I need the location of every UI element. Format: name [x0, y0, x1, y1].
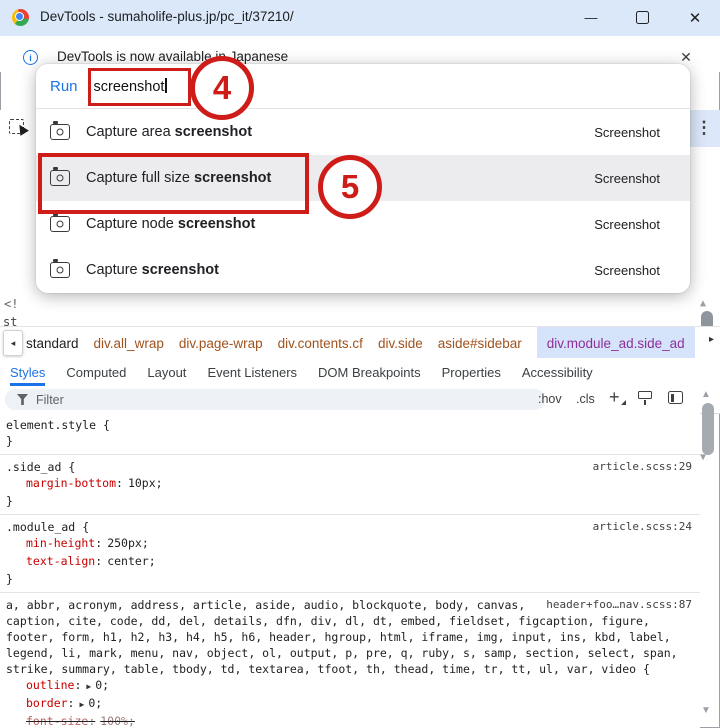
breadcrumb-item-side[interactable]: div.side [378, 336, 423, 351]
filter-placeholder: Filter [36, 393, 64, 407]
tab-dom-breakpoints[interactable]: DOM Breakpoints [318, 358, 421, 386]
menu-item-category: Screenshot [594, 263, 660, 278]
code-fragment-comment: <! [4, 297, 18, 311]
menu-item-capture-screenshot[interactable]: Capture screenshot Screenshot [36, 247, 690, 293]
breadcrumb-item-contents[interactable]: div.contents.cf [278, 336, 363, 351]
annotation-box-4 [88, 68, 191, 106]
menu-item-label: Capture node screenshot [86, 216, 255, 232]
scroll-up-icon[interactable]: ▲ [701, 389, 711, 400]
new-style-rule-button[interactable]: + [609, 387, 620, 408]
tab-styles[interactable]: Styles [10, 358, 45, 386]
sidebar-layout-icon[interactable] [668, 391, 683, 404]
camera-icon [50, 216, 70, 232]
rule-close-brace: } [6, 493, 692, 509]
rule-close-brace: } [6, 433, 692, 449]
css-property[interactable]: min-height:250px; [6, 535, 692, 553]
close-window-button[interactable]: ✕ [678, 0, 712, 35]
breadcrumb-scroll-left-icon[interactable]: ◂ [3, 330, 23, 356]
chrome-logo-icon [12, 9, 29, 26]
annotation-circle-5: 5 [318, 155, 382, 219]
info-icon: i [23, 50, 38, 65]
css-property[interactable]: outline:▶0; [6, 677, 692, 695]
styles-pane: element.style { } article.scss:29 .side_… [0, 413, 700, 728]
camera-icon [50, 262, 70, 278]
command-run-row: Run screenshot [36, 64, 690, 109]
camera-icon [50, 124, 70, 140]
breadcrumb: standard div.all_wrap div.page-wrap div.… [0, 326, 720, 360]
rule-source-link[interactable]: article.scss:24 [593, 519, 692, 535]
css-property[interactable]: text-align:center; [6, 553, 692, 571]
menu-item-category: Screenshot [594, 125, 660, 140]
toggle-hover-state-button[interactable]: :hov [538, 392, 562, 406]
rendering-brush-icon[interactable] [638, 391, 653, 405]
filter-input[interactable]: Filter [5, 389, 545, 410]
menu-item-label: Capture screenshot [86, 262, 219, 278]
rule-selector: .module_ad { [6, 519, 692, 535]
style-rule-module-ad[interactable]: article.scss:24 .module_ad { min-height:… [0, 515, 700, 593]
css-property[interactable]: border:▶0; [6, 695, 692, 713]
breadcrumb-scroll-right-icon[interactable]: ▸ [709, 334, 714, 345]
toggle-class-button[interactable]: .cls [576, 392, 595, 406]
css-property-overridden[interactable]: font-size:100%; [6, 713, 692, 728]
menu-item-capture-area-screenshot[interactable]: Capture area screenshot Screenshot [36, 109, 690, 155]
rule-selector: element.style { [6, 417, 692, 433]
filter-icon [17, 394, 28, 405]
sidebar-tabs: Styles Computed Layout Event Listeners D… [0, 358, 720, 387]
scroll-down-icon[interactable]: ▼ [701, 705, 711, 716]
menu-item-label: Capture area screenshot [86, 124, 252, 140]
devtools-window: DevTools - sumaholife-plus.jp/pc_it/3721… [0, 0, 720, 728]
tab-accessibility[interactable]: Accessibility [522, 358, 593, 386]
css-property[interactable]: margin-bottom:10px; [6, 475, 692, 493]
menu-item-category: Screenshot [594, 171, 660, 186]
breadcrumb-items: standard div.all_wrap div.page-wrap div.… [26, 327, 695, 359]
tab-properties[interactable]: Properties [442, 358, 501, 386]
styles-scrollbar-thumb[interactable] [702, 403, 714, 455]
rule-close-brace: } [6, 571, 692, 587]
run-label: Run [50, 78, 78, 95]
notification-text: DevTools is now available in Japanese [57, 49, 288, 64]
breadcrumb-item-page-wrap[interactable]: div.page-wrap [179, 336, 263, 351]
tab-layout[interactable]: Layout [147, 358, 186, 386]
window-title: DevTools - sumaholife-plus.jp/pc_it/3721… [40, 9, 294, 24]
rule-selector: .side_ad { [6, 459, 692, 475]
annotation-box-5 [38, 153, 309, 214]
menu-item-category: Screenshot [594, 217, 660, 232]
window-titlebar: DevTools - sumaholife-plus.jp/pc_it/3721… [0, 0, 720, 37]
style-rule-reset[interactable]: header+foo…nav.scss:87 a, abbr, acronym,… [0, 593, 700, 728]
rule-source-link[interactable]: article.scss:29 [593, 459, 692, 475]
rule-source-link[interactable]: header+foo…nav.scss:87 [546, 597, 692, 613]
breadcrumb-item-sidebar[interactable]: aside#sidebar [438, 336, 522, 351]
more-options-icon[interactable]: ⋮ [694, 115, 714, 141]
maximize-icon [636, 11, 649, 24]
annotation-circle-4: 4 [190, 56, 254, 120]
tab-computed[interactable]: Computed [66, 358, 126, 386]
breadcrumb-item-all-wrap[interactable]: div.all_wrap [94, 336, 164, 351]
breadcrumb-item-module-ad[interactable]: div.module_ad.side_ad [537, 327, 695, 359]
minimize-button[interactable]: — [574, 0, 608, 35]
style-rule-side-ad[interactable]: article.scss:29 .side_ad { margin-bottom… [0, 455, 700, 515]
breadcrumb-item-standard[interactable]: standard [26, 336, 79, 351]
scroll-up-icon[interactable]: ▲ [700, 298, 706, 309]
tab-event-listeners[interactable]: Event Listeners [207, 358, 297, 386]
maximize-button[interactable] [625, 0, 659, 35]
style-rule-element[interactable]: element.style { } [0, 413, 700, 455]
